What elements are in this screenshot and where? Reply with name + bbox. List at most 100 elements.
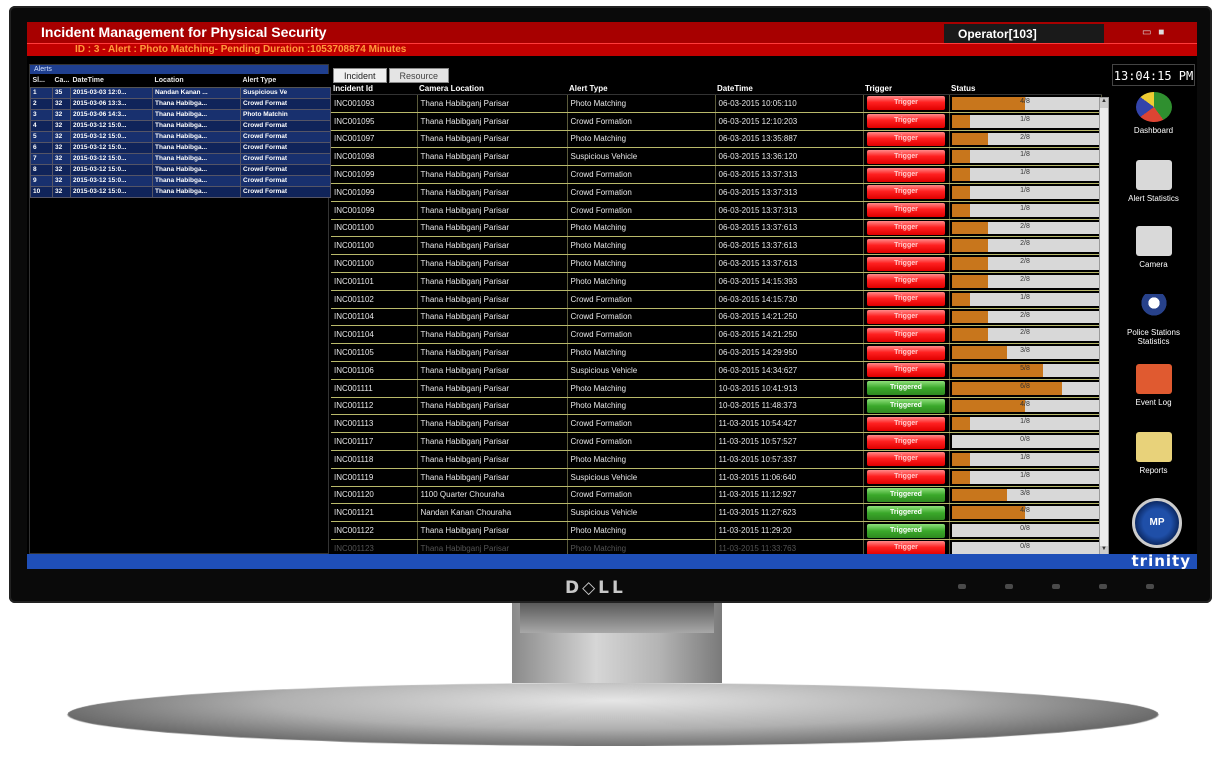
nav-dashboard[interactable]: Dashboard [1112, 92, 1195, 135]
grid-column-header[interactable]: DateTime [715, 83, 863, 95]
alerts-column-header[interactable]: Ca... [52, 74, 71, 88]
incident-row[interactable]: INC001100 Thana Habibganj Parisar Photo Ma… [331, 219, 1102, 238]
trigger-button[interactable]: Trigger [867, 345, 945, 360]
app-window: Incident Management for Physical Securit… [27, 22, 1197, 569]
incident-row[interactable]: INC001104 Thana Habibganj Parisar Crowd Fo… [331, 308, 1102, 327]
trigger-button[interactable]: Trigger [867, 203, 945, 218]
alert-cell: Thana Habibga... [152, 130, 241, 143]
incident-row[interactable]: INC001093 Thana Habibganj Parisar Photo Ma… [331, 94, 1102, 113]
trigger-button[interactable]: Trigger [867, 327, 945, 342]
trigger-button[interactable]: Triggered [867, 487, 945, 502]
incident-row[interactable]: INC001105 Thana Habibganj Parisar Photo Ma… [331, 343, 1102, 362]
alerts-column-header[interactable]: Alert Type [240, 74, 331, 88]
incident-id: INC001098 [331, 147, 418, 167]
trigger-button[interactable]: Trigger [867, 274, 945, 289]
nav-reports[interactable]: Reports [1112, 432, 1195, 475]
desktop-photo: D◇LL Incident Management for Physical Se… [0, 0, 1218, 768]
alert-row[interactable]: 7 32 2015-03-12 15:0... Thana Habibga... Cro… [30, 152, 331, 165]
alerts-column-header[interactable]: Sl... [30, 74, 53, 88]
trigger-button[interactable]: Trigger [867, 185, 945, 200]
incident-row[interactable]: INC001101 Thana Habibganj Parisar Photo Ma… [331, 272, 1102, 291]
incident-row[interactable]: INC001118 Thana Habibganj Parisar Photo Ma… [331, 450, 1102, 469]
alert-row[interactable]: 10 32 2015-03-12 15:0... Thana Habibga... Cr… [30, 185, 331, 198]
incident-datetime: 06-03-2015 13:36:120 [715, 147, 864, 167]
trigger-button[interactable]: Triggered [867, 523, 945, 538]
alerts-panel: Alerts Sl... Ca... DateTime Location Alert T… [29, 64, 331, 554]
trigger-button[interactable]: Trigger [867, 114, 945, 129]
incident-row[interactable]: INC001095 Thana Habibganj Parisar Crowd Fo… [331, 112, 1102, 131]
trigger-button[interactable]: Trigger [867, 452, 945, 467]
trigger-button[interactable]: Trigger [867, 363, 945, 378]
alerts-column-header[interactable]: Location [152, 74, 241, 88]
trigger-button[interactable]: Triggered [867, 381, 945, 396]
status-cell: 4/8 [949, 503, 1102, 523]
incident-type: Photo Matching [567, 379, 716, 398]
alert-row[interactable]: 9 32 2015-03-12 15:0... Thana Habibga... Cro… [30, 174, 331, 187]
trigger-button[interactable]: Trigger [867, 309, 945, 324]
tab-incident[interactable]: Incident [333, 68, 387, 83]
incident-row[interactable]: INC001121 Nandan Kanan Chouraha Suspicious… [331, 503, 1102, 523]
alert-cell: 2015-03-12 15:0... [70, 174, 153, 187]
operator-label[interactable]: Operator[103] [944, 24, 1104, 43]
incident-row[interactable]: INC001099 Thana Habibganj Parisar Crowd Fo… [331, 165, 1102, 184]
incident-row[interactable]: INC001122 Thana Habibganj Parisar Photo Ma… [331, 521, 1102, 540]
trigger-button[interactable]: Trigger [867, 131, 945, 146]
window-controls-icon[interactable]: ▭ ■ [1142, 27, 1166, 38]
grid-column-header[interactable]: Camera Location [417, 83, 567, 95]
grid-column-header[interactable]: Status [949, 83, 1101, 95]
grid-column-header[interactable]: Trigger [863, 83, 949, 95]
nav-event-log[interactable]: Event Log [1112, 364, 1195, 407]
incident-row[interactable]: INC001098 Thana Habibganj Parisar Suspicio… [331, 147, 1102, 167]
trigger-button[interactable]: Trigger [867, 416, 945, 431]
trigger-button[interactable]: Trigger [867, 96, 945, 111]
alerts-table: Sl... Ca... DateTime Location Alert Type 1 35… [30, 74, 331, 198]
alert-row[interactable]: 5 32 2015-03-12 15:0... Thana Habibga... Cro… [30, 130, 331, 143]
trigger-button[interactable]: Trigger [867, 256, 945, 271]
incident-row[interactable]: INC001111 Thana Habibganj Parisar Photo Ma… [331, 379, 1102, 398]
alert-row[interactable]: 3 32 2015-03-06 14:3... Thana Habibga... Pho… [30, 108, 331, 121]
status-text: 1/8 [1020, 169, 1030, 177]
incident-row[interactable]: INC001112 Thana Habibganj Parisar Photo Ma… [331, 397, 1102, 416]
incident-row[interactable]: INC001104 Thana Habibganj Parisar Crowd Fo… [331, 325, 1102, 345]
trigger-button[interactable]: Trigger [867, 470, 945, 485]
alert-row[interactable]: 1 35 2015-03-03 12:0... Nandan Kanan ... Sus… [30, 86, 331, 99]
trigger-cell: Trigger [863, 201, 950, 220]
alert-cell: 9 [30, 174, 53, 187]
trigger-button[interactable]: Triggered [867, 505, 945, 520]
incident-row[interactable]: INC001106 Thana Habibganj Parisar Suspicio… [331, 361, 1102, 380]
incident-row[interactable]: INC001099 Thana Habibganj Parisar Crowd Fo… [331, 201, 1102, 220]
trigger-button[interactable]: Trigger [867, 238, 945, 253]
incident-row[interactable]: INC001099 Thana Habibganj Parisar Crowd Fo… [331, 183, 1102, 202]
alert-cell: 2015-03-12 15:0... [70, 119, 153, 132]
grid-column-header[interactable]: Incident Id [331, 83, 417, 95]
incident-row[interactable]: INC001097 Thana Habibganj Parisar Photo Ma… [331, 130, 1102, 149]
incident-row[interactable]: INC001102 Thana Habibganj Parisar Crowd Fo… [331, 290, 1102, 309]
alerts-column-header[interactable]: DateTime [70, 74, 153, 88]
status-text: 1/8 [1020, 151, 1030, 159]
trigger-button[interactable]: Triggered [867, 398, 945, 413]
nav-police-stations-statistics[interactable]: Police Stations Statistics [1112, 294, 1195, 346]
incident-row[interactable]: INC001100 Thana Habibganj Parisar Photo Ma… [331, 254, 1102, 273]
trigger-button[interactable]: Trigger [867, 292, 945, 307]
incident-row[interactable]: INC001113 Thana Habibganj Parisar Crowd Fo… [331, 414, 1102, 434]
trigger-button[interactable]: Trigger [867, 434, 945, 449]
incident-row[interactable]: INC001120 1100 Quarter Chouraha Crowd Form… [331, 486, 1102, 505]
alert-row[interactable]: 8 32 2015-03-12 15:0... Thana Habibga... Cro… [30, 163, 331, 176]
trigger-button[interactable]: Trigger [867, 167, 945, 182]
alert-row[interactable]: 2 32 2015-03-06 13:3... Thana Habibga... Cro… [30, 97, 331, 110]
trigger-button[interactable]: Trigger [867, 220, 945, 235]
nav-alert-statistics[interactable]: Alert Statistics [1112, 160, 1195, 203]
trigger-button[interactable]: Trigger [867, 149, 945, 164]
scroll-up-icon[interactable]: ▲ [1100, 98, 1108, 108]
incident-row[interactable]: INC001119 Thana Habibganj Parisar Suspicio… [331, 468, 1102, 487]
nav-camera[interactable]: Camera [1112, 226, 1195, 269]
tab-resource[interactable]: Resource [388, 68, 450, 83]
grid-column-header[interactable]: Alert Type [567, 83, 715, 95]
incident-row[interactable]: INC001117 Thana Habibganj Parisar Crowd Fo… [331, 432, 1102, 451]
incident-row[interactable]: INC001100 Thana Habibganj Parisar Photo Ma… [331, 236, 1102, 256]
status-text: 4/8 [1020, 400, 1030, 408]
app-title: Incident Management for Physical Securit… [41, 24, 327, 40]
alert-row[interactable]: 6 32 2015-03-12 15:0... Thana Habibga... Cro… [30, 141, 331, 154]
alert-row[interactable]: 4 32 2015-03-12 15:0... Thana Habibga... Cro… [30, 119, 331, 132]
grid-scrollbar[interactable]: ▲ ▼ [1099, 97, 1109, 557]
